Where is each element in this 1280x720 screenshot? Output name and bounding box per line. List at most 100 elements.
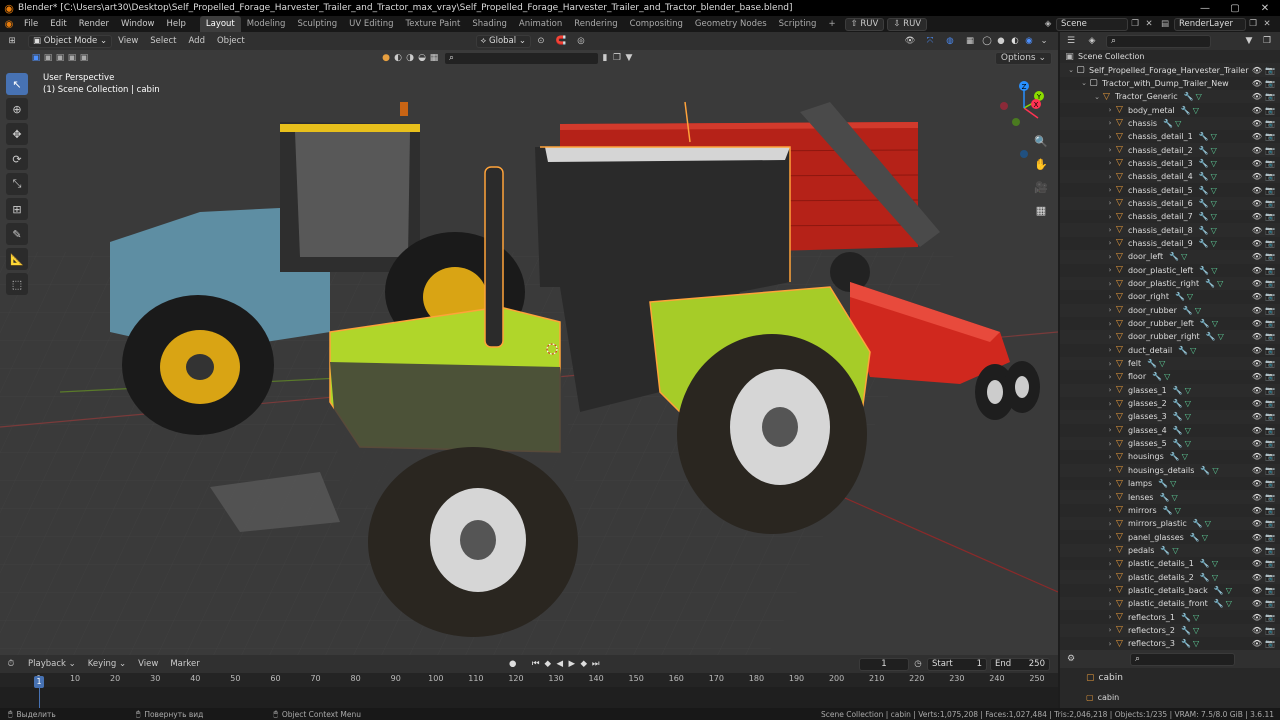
modifier-icon[interactable]: 🔧 ▽: [1163, 119, 1181, 128]
render-camera-icon[interactable]: 📷: [1265, 412, 1275, 421]
eye-icon[interactable]: 👁: [1252, 252, 1262, 261]
render-camera-icon[interactable]: 📷: [1265, 212, 1275, 221]
mesh-data-icon[interactable]: ▽: [1193, 613, 1199, 622]
prev-keyframe-icon[interactable]: ◆: [542, 659, 554, 669]
render-camera-icon[interactable]: 📷: [1265, 346, 1275, 355]
eye-icon[interactable]: 👁: [1252, 519, 1262, 528]
eye-icon[interactable]: 👁: [1252, 186, 1262, 195]
timeline-track[interactable]: [0, 687, 1058, 708]
pivot-icon[interactable]: ⊙: [531, 36, 551, 46]
render-camera-icon[interactable]: 📷: [1265, 186, 1275, 195]
mesh-data-icon[interactable]: ▽: [1195, 306, 1201, 315]
outliner-item[interactable]: › ▽ panel_glasses 🔧 ▽ 👁 📷: [1060, 530, 1280, 543]
mesh-data-icon[interactable]: ▽: [1211, 159, 1217, 168]
expand-closed-icon[interactable]: ›: [1106, 239, 1114, 247]
menu-edit[interactable]: Edit: [44, 19, 72, 29]
eye-icon[interactable]: 👁: [1252, 306, 1262, 315]
mesh-data-icon[interactable]: ▽: [1226, 599, 1232, 608]
render-camera-icon[interactable]: 📷: [1265, 119, 1275, 128]
tab-layout[interactable]: Layout: [199, 16, 241, 32]
modifier-icon[interactable]: 🔧 ▽: [1199, 132, 1217, 141]
render-camera-icon[interactable]: 📷: [1265, 332, 1275, 341]
mesh-data-icon[interactable]: ▽: [1164, 372, 1170, 381]
options-dropdown[interactable]: Options ⌄: [994, 51, 1052, 65]
modifier-icon[interactable]: 🔧 ▽: [1169, 252, 1187, 261]
outliner-item[interactable]: › ▽ floor 🔧 ▽ 👁 📷: [1060, 370, 1280, 383]
blender-menu-icon[interactable]: ◉: [0, 19, 18, 30]
modifier-icon[interactable]: 🔧 ▽: [1199, 226, 1217, 235]
render-camera-icon[interactable]: 📷: [1265, 172, 1275, 181]
mesh-data-icon[interactable]: ▽: [1181, 252, 1187, 261]
timeline-menu-playback[interactable]: Playback ⌄: [22, 659, 82, 669]
eye-icon[interactable]: 👁: [1252, 412, 1262, 421]
render-camera-icon[interactable]: 📷: [1265, 106, 1275, 115]
render-camera-icon[interactable]: 📷: [1265, 626, 1275, 635]
expand-closed-icon[interactable]: ›: [1106, 293, 1114, 301]
mesh-data-icon[interactable]: ▽: [1185, 386, 1191, 395]
outliner-item[interactable]: › ▽ lamps 🔧 ▽ 👁 📷: [1060, 477, 1280, 490]
eye-icon[interactable]: 👁: [1252, 106, 1262, 115]
modifier-icon[interactable]: 🔧 ▽: [1181, 626, 1199, 635]
eye-icon[interactable]: 👁: [1252, 239, 1262, 248]
mesh-data-icon[interactable]: ▽: [1217, 279, 1223, 288]
select-extend-icon[interactable]: ▣: [42, 53, 54, 63]
expand-closed-icon[interactable]: ›: [1106, 173, 1114, 181]
jump-end-icon[interactable]: ⏭: [590, 659, 602, 669]
eye-icon[interactable]: 👁: [1252, 172, 1262, 181]
outliner-item[interactable]: › ▽ body_metal 🔧 ▽ 👁 📷: [1060, 103, 1280, 116]
expand-open-icon[interactable]: ⌄: [1093, 93, 1101, 101]
display-mode-icon[interactable]: ◈: [1082, 36, 1102, 46]
modifier-icon[interactable]: 🔧 ▽: [1199, 266, 1217, 275]
expand-closed-icon[interactable]: ›: [1106, 386, 1114, 394]
outliner-item[interactable]: › ▽ door_rubber_left 🔧 ▽ 👁 📷: [1060, 317, 1280, 330]
mesh-data-icon[interactable]: ▽: [1211, 186, 1217, 195]
outliner-item[interactable]: › ▽ plastic_details_back 🔧 ▽ 👁 📷: [1060, 584, 1280, 597]
shading-options-icon[interactable]: ⌄: [1036, 36, 1052, 46]
render-camera-icon[interactable]: 📷: [1265, 159, 1275, 168]
mesh-data-icon[interactable]: ▽: [1171, 493, 1177, 502]
outliner-item[interactable]: › ▽ chassis_detail_9 🔧 ▽ 👁 📷: [1060, 237, 1280, 250]
eye-icon[interactable]: 👁: [1252, 132, 1262, 141]
expand-closed-icon[interactable]: ›: [1106, 253, 1114, 261]
render-camera-icon[interactable]: 📷: [1265, 586, 1275, 595]
eye-icon[interactable]: 👁: [1252, 386, 1262, 395]
eye-icon[interactable]: 👁: [1252, 212, 1262, 221]
end-frame-field[interactable]: End 250: [990, 657, 1050, 671]
modifier-icon[interactable]: 🔧 ▽: [1199, 159, 1217, 168]
mesh-data-icon[interactable]: ▽: [1211, 239, 1217, 248]
frame-ruler[interactable]: 1102030405060708090100110120130140150160…: [0, 673, 1058, 687]
modifier-icon[interactable]: 🔧 ▽: [1181, 106, 1199, 115]
render-layer-field[interactable]: RenderLayer: [1174, 17, 1246, 31]
transform-tool-icon[interactable]: ⊞: [6, 198, 28, 220]
render-camera-icon[interactable]: 📷: [1265, 319, 1275, 328]
expand-closed-icon[interactable]: ›: [1106, 493, 1114, 501]
modifier-icon[interactable]: 🔧 ▽: [1199, 239, 1217, 248]
tab-sculpting[interactable]: Sculpting: [291, 16, 343, 32]
render-camera-icon[interactable]: 📷: [1265, 519, 1275, 528]
filter-icon[interactable]: ▼: [623, 53, 635, 63]
outliner-filter-icon[interactable]: ▼: [1240, 36, 1258, 46]
expand-closed-icon[interactable]: ›: [1106, 480, 1114, 488]
outliner-item[interactable]: › ▽ pedals 🔧 ▽ 👁 📷: [1060, 543, 1280, 558]
modifier-icon[interactable]: 🔧 ▽: [1199, 186, 1217, 195]
perspective-grid-icon[interactable]: ▦: [1030, 199, 1052, 221]
eye-icon[interactable]: 👁: [1252, 332, 1262, 341]
outliner-item[interactable]: › ▽ plastic_details_2 🔧 ▽ 👁 📷: [1060, 570, 1280, 584]
material-ball-icon[interactable]: ●: [380, 53, 392, 63]
tab-animation[interactable]: Animation: [513, 16, 568, 32]
3d-viewport[interactable]: ⊞ ▣ Object Mode ⌄ View Select Add Object…: [0, 32, 1058, 655]
render-camera-icon[interactable]: 📷: [1265, 66, 1275, 75]
maximize-button[interactable]: ▢: [1220, 0, 1250, 16]
modifier-icon[interactable]: 🔧 ▽: [1200, 573, 1218, 582]
modifier-icon[interactable]: 🔧 ▽: [1173, 386, 1191, 395]
outliner-search-input[interactable]: ⌕: [1106, 34, 1211, 48]
modifier-icon[interactable]: 🔧 ▽: [1158, 479, 1176, 488]
ruv-download-button[interactable]: ⇩ RUV: [887, 17, 928, 31]
visibility-icon[interactable]: 👁: [900, 36, 920, 46]
render-camera-icon[interactable]: 📷: [1265, 506, 1275, 515]
expand-closed-icon[interactable]: ›: [1106, 373, 1114, 381]
outliner-item[interactable]: › ▽ chassis_detail_1 🔧 ▽ 👁 📷: [1060, 130, 1280, 143]
mesh-data-icon[interactable]: ▽: [1182, 452, 1188, 461]
eye-icon[interactable]: 👁: [1252, 199, 1262, 208]
record-icon[interactable]: ●: [506, 659, 520, 669]
